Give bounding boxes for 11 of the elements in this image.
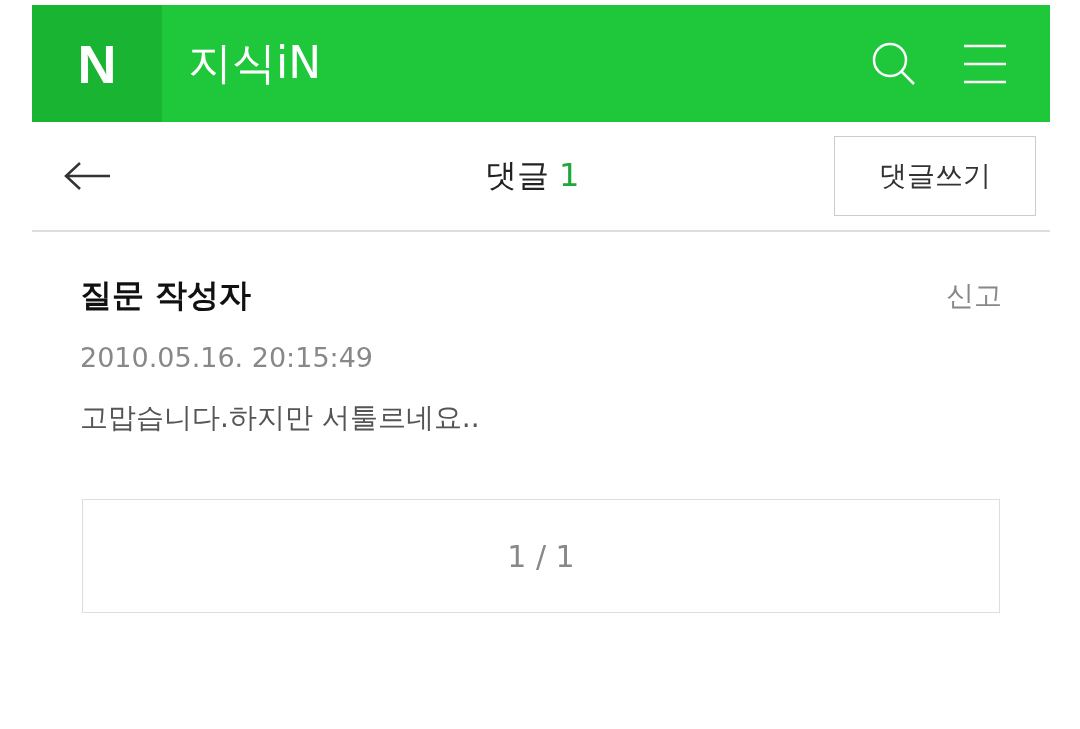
comment-author: 질문 작성자	[80, 275, 252, 316]
logo[interactable]: N	[32, 5, 162, 122]
report-link[interactable]: 신고	[946, 277, 1002, 315]
app-title: 지식iN	[188, 36, 322, 90]
comments-title: 댓글 1	[484, 156, 580, 194]
back-arrow-icon[interactable]	[64, 161, 110, 191]
comment-text: 고맙습니다.하지만 서툴르네요..	[80, 400, 481, 436]
menu-icon[interactable]	[964, 43, 1006, 84]
comment-date: 2010.05.16. 20:15:49	[80, 342, 375, 373]
pagination[interactable]: 1 / 1	[82, 499, 1000, 613]
write-comment-button[interactable]: 댓글쓰기	[834, 136, 1036, 216]
